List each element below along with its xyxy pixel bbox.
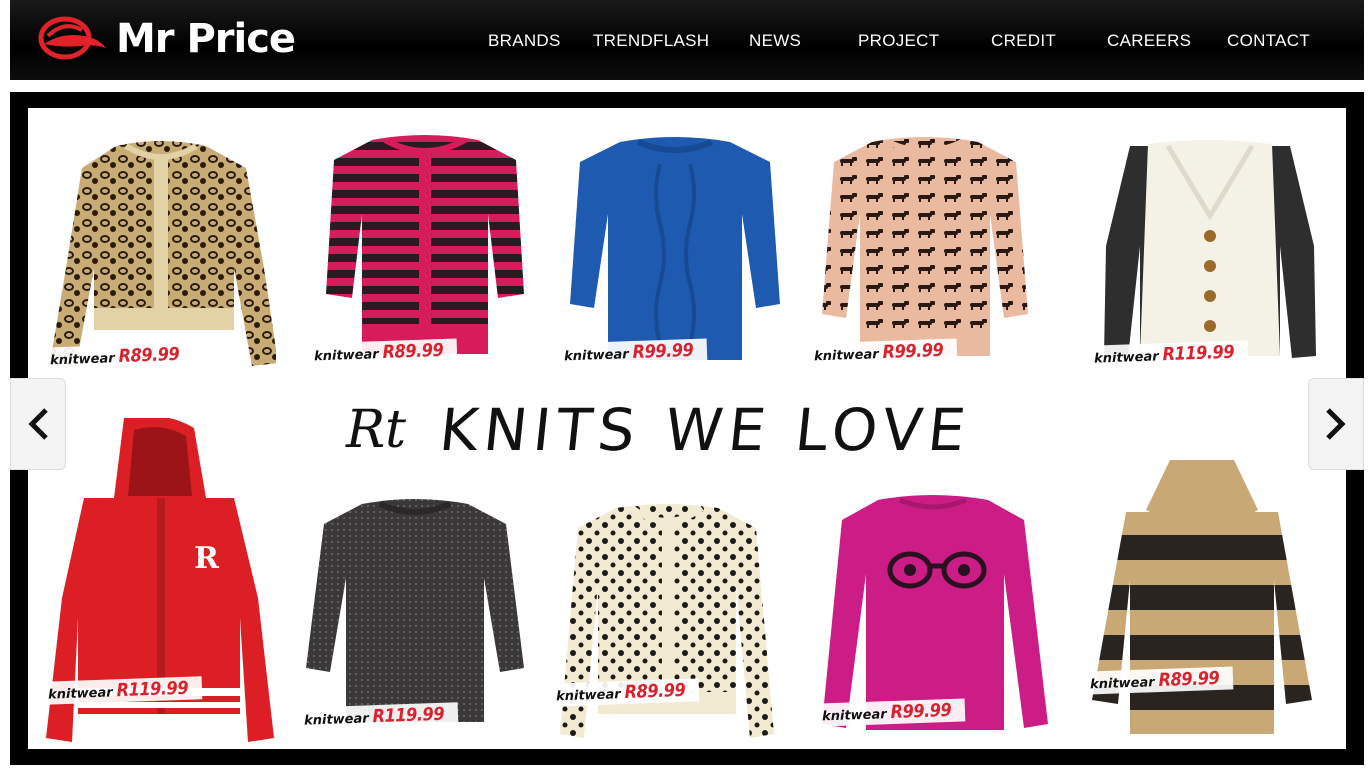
product-card[interactable]: knitwear R89.99 (45, 138, 276, 388)
product-label: knitwear (1089, 675, 1155, 693)
product-label: knitwear (47, 685, 113, 703)
svg-text:R: R (194, 541, 220, 576)
product-price: R99.99 (882, 339, 944, 364)
product-price: R99.99 (890, 699, 952, 724)
product-label: knitwear (813, 347, 879, 365)
product-card[interactable]: knitwear R89.99 (551, 504, 782, 748)
main-nav: BRANDS TRENDFLASH NEWS PROJECT CREDIT CA… (10, 0, 1364, 80)
product-card[interactable]: knitwear R89.99 (309, 134, 540, 384)
product-price: R99.99 (632, 339, 694, 364)
carousel-prev-button[interactable] (10, 378, 66, 470)
product-card[interactable]: knitwear R99.99 (559, 134, 790, 384)
product-card[interactable]: R knitwear R119.99 (43, 418, 274, 748)
nav-news[interactable]: NEWS (749, 31, 801, 51)
brand-mark: Rt (346, 400, 407, 460)
product-label: knitwear (313, 347, 379, 365)
product-card[interactable]: knitwear R99.99 (809, 134, 1040, 384)
product-label: knitwear (49, 351, 115, 369)
nav-contact[interactable]: CONTACT (1227, 31, 1310, 51)
nav-credit[interactable]: CREDIT (991, 31, 1056, 51)
headline-text: KNITS WE LOVE (436, 396, 975, 464)
product-price: R89.99 (382, 339, 444, 364)
product-label: knitwear (303, 711, 369, 729)
product-label: knitwear (821, 707, 887, 725)
site-header: Mr Price BRANDS TRENDFLASH NEWS PROJECT … (10, 0, 1364, 80)
product-price: R119.99 (372, 703, 445, 728)
product-price: R89.99 (118, 343, 180, 368)
nav-careers[interactable]: CAREERS (1107, 31, 1191, 51)
product-card[interactable]: knitwear R99.99 (817, 494, 1048, 744)
product-price: R89.99 (624, 679, 686, 704)
chevron-right-icon (1326, 408, 1346, 440)
promo-banner: knitwear R89.99 knitwear R89.99 knitwear… (10, 92, 1364, 765)
nav-project[interactable]: PROJECT (858, 31, 939, 51)
product-label: knitwear (563, 347, 629, 365)
nav-trendflash[interactable]: TRENDFLASH (593, 31, 709, 51)
product-label: knitwear (1093, 349, 1159, 367)
striped-polo-neck-image (1092, 460, 1312, 734)
chevron-left-icon (28, 408, 48, 440)
product-card[interactable]: knitwear R119.99 (299, 498, 530, 748)
banner-canvas: knitwear R89.99 knitwear R89.99 knitwear… (28, 108, 1346, 749)
product-price: R119.99 (1162, 341, 1235, 366)
product-card[interactable]: knitwear R89.99 (1085, 460, 1316, 748)
product-card[interactable]: knitwear R119.99 (1089, 136, 1320, 386)
product-price: R119.99 (116, 677, 189, 702)
product-label: knitwear (555, 687, 621, 705)
nav-brands[interactable]: BRANDS (488, 31, 561, 51)
banner-headline: Rt KNITS WE LOVE (346, 396, 975, 464)
polka-dot-cardigan-image (560, 504, 774, 738)
product-price: R89.99 (1158, 667, 1220, 692)
carousel-next-button[interactable] (1308, 378, 1364, 470)
